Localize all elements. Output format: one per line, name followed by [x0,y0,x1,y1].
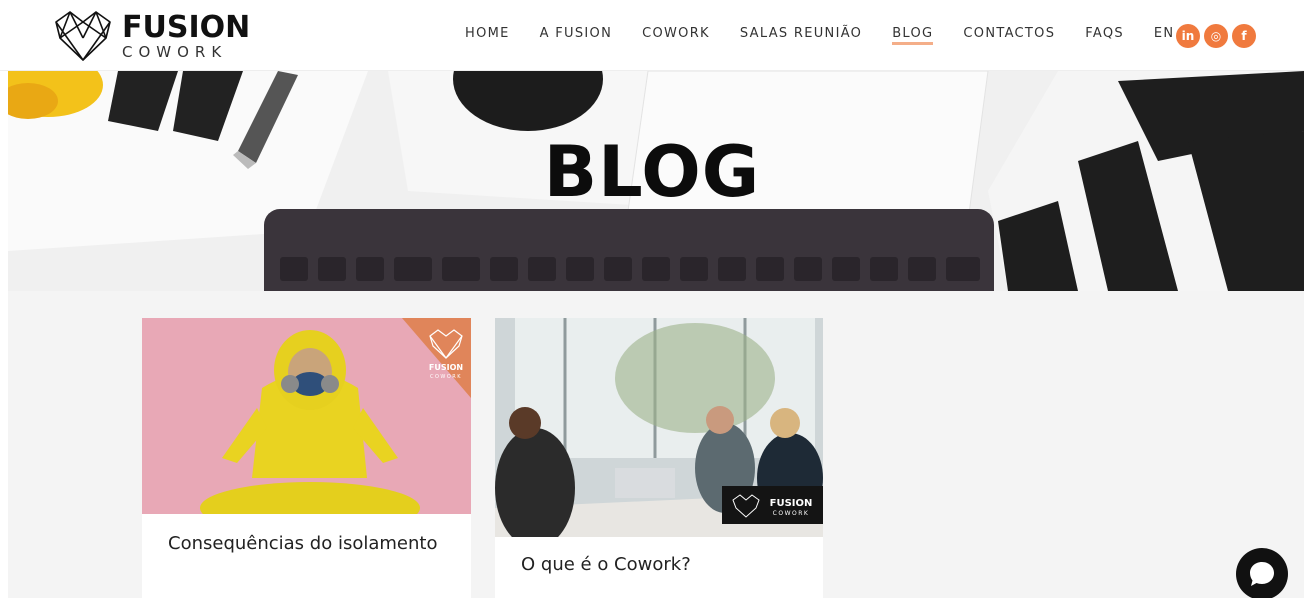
nav-blog[interactable]: BLOG [892,26,934,45]
nav-contactos[interactable]: CONTACTOS [963,26,1055,41]
chat-bubble-icon[interactable] [1236,548,1288,598]
badge-sub: COWORK [430,374,462,380]
cowork-team-image: FUSION COWORK [495,318,823,537]
hero-banner: BLOG [8,71,1304,291]
social-links: in ◎ f [1176,24,1256,48]
nav-salas-reuniao[interactable]: SALAS REUNIÃO [740,26,862,41]
blog-post-card[interactable]: FUSION COWORK Consequências do isolament… [142,318,471,598]
nav-home[interactable]: HOME [465,26,510,41]
chat-icon [1250,562,1274,586]
facebook-icon[interactable]: f [1232,24,1256,48]
fusion-cowork-logo[interactable]: FUSION COWORK [52,8,250,64]
badge-sub: COWORK [773,510,810,517]
post-thumbnail[interactable]: FUSION COWORK [142,318,471,514]
geometric-heart-logo-icon [55,11,111,61]
language-switch-en[interactable]: EN [1154,26,1175,41]
page-title: BLOG [543,131,761,213]
nav-cowork[interactable]: COWORK [642,26,710,41]
nav-faqs[interactable]: FAQS [1085,26,1124,41]
logo-name: FUSION [122,9,251,45]
post-title[interactable]: O que é o Cowork? [495,537,823,577]
post-thumbnail[interactable]: FUSION COWORK [495,318,823,537]
blog-post-card[interactable]: FUSION COWORK O que é o Cowork? [495,318,823,598]
site-header: FUSION COWORK HOME A FUSION COWORK SALAS… [0,0,1304,71]
linkedin-icon[interactable]: in [1176,24,1200,48]
main-nav: HOME A FUSION COWORK SALAS REUNIÃO BLOG … [465,26,1204,45]
hazmat-meditation-image: FUSION COWORK [142,318,471,514]
badge-name: FUSION [429,363,463,372]
nav-a-fusion[interactable]: A FUSION [540,26,612,41]
blog-post-list: FUSION COWORK Consequências do isolament… [8,291,1304,598]
badge-name: FUSION [770,498,813,509]
logo-subtitle: COWORK [122,42,228,61]
post-title[interactable]: Consequências do isolamento [142,514,471,556]
instagram-icon[interactable]: ◎ [1204,24,1228,48]
